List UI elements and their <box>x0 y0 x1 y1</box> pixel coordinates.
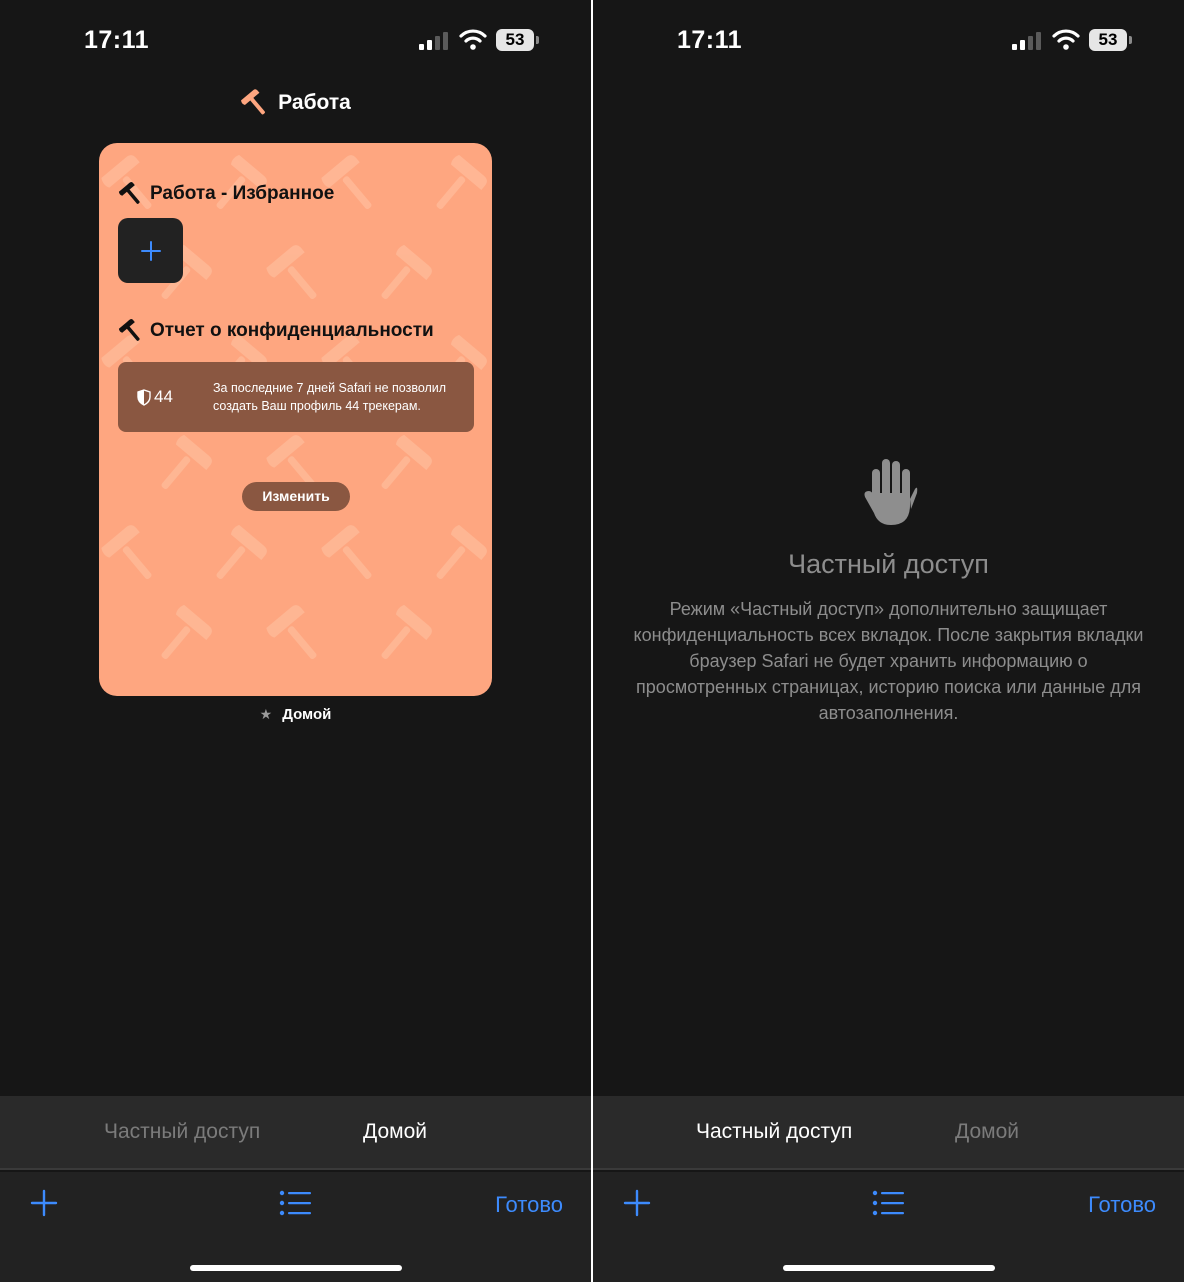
wifi-icon <box>459 29 487 50</box>
hammer-icon <box>118 319 140 341</box>
done-button[interactable]: Готово <box>495 1192 563 1218</box>
tab-group-name: Работа <box>278 91 351 114</box>
cellular-signal-icon <box>1012 32 1041 50</box>
segment-home[interactable]: Домой <box>955 1120 1019 1144</box>
new-tab-plus-icon[interactable] <box>29 1188 59 1218</box>
hand-icon <box>864 459 918 525</box>
bottom-toolbar: Готово <box>593 1172 1184 1282</box>
home-indicator[interactable] <box>190 1265 402 1271</box>
private-access-heading: Частный доступ <box>788 549 989 579</box>
battery-level: 53 <box>1089 29 1127 51</box>
done-button[interactable]: Готово <box>1088 1192 1156 1218</box>
new-tab-plus-icon[interactable] <box>622 1188 652 1218</box>
shield-icon <box>137 388 151 406</box>
home-indicator[interactable] <box>783 1265 995 1271</box>
segment-private[interactable]: Частный доступ <box>104 1120 260 1144</box>
tab-groups-list-icon[interactable] <box>872 1190 904 1216</box>
report-line-2: создать Ваш профиль 44 трекерам. <box>213 399 421 413</box>
cellular-signal-icon <box>419 32 448 50</box>
report-line-1: За последние 7 дней Safari не позволил <box>213 381 447 395</box>
plus-icon <box>140 240 161 261</box>
start-page-tab-card[interactable]: Работа - Избранное Отчет о конфиденциаль… <box>99 143 492 696</box>
bottom-toolbar: Готово <box>0 1172 591 1282</box>
tab-group-title[interactable]: Работа <box>0 88 591 118</box>
tracker-count: 44 <box>137 387 197 407</box>
battery-level: 53 <box>496 29 534 51</box>
add-favorite-button[interactable] <box>118 218 183 283</box>
hammer-icon <box>241 89 266 115</box>
privacy-report-text: За последние 7 дней Safari не позволил с… <box>213 379 473 415</box>
privacy-report-banner[interactable]: 44 За последние 7 дней Safari не позволи… <box>118 362 474 432</box>
tab-card-title: Домой <box>282 706 332 723</box>
star-icon: ★ <box>259 706 273 722</box>
tab-card-label: ★ Домой <box>0 706 591 723</box>
battery-icon: 53 <box>496 29 539 51</box>
privacy-title-text: Отчет о конфиденциальности <box>150 320 434 341</box>
tab-group-switcher: Частный доступ Домой <box>593 1096 1184 1170</box>
tab-group-switcher: Частный доступ Домой <box>0 1096 591 1170</box>
private-access-description: Режим «Частный доступ» дополнительно защ… <box>633 599 1144 723</box>
status-bar: 17:11 53 <box>593 0 1184 80</box>
wifi-icon <box>1052 29 1080 50</box>
favorites-title-text: Работа - Избранное <box>150 183 335 204</box>
tab-groups-list-icon[interactable] <box>279 1190 311 1216</box>
hammer-icon <box>118 182 140 204</box>
segment-private[interactable]: Частный доступ <box>696 1120 852 1144</box>
privacy-report-section-title: Отчет о конфиденциальности <box>118 318 434 344</box>
battery-icon: 53 <box>1089 29 1132 51</box>
status-time: 17:11 <box>677 26 743 54</box>
left-screen: 17:11 53 Работа Работа - Избранное Отчет… <box>0 0 591 1282</box>
status-time: 17:11 <box>84 26 150 54</box>
right-screen: 17:11 53 Частный доступ Режим «Частный д… <box>593 0 1184 1282</box>
favorites-section-title: Работа - Избранное <box>118 181 334 207</box>
tracker-count-value: 44 <box>154 387 173 406</box>
segment-home[interactable]: Домой <box>363 1120 427 1144</box>
status-bar: 17:11 53 <box>0 0 591 80</box>
edit-start-page-button[interactable]: Изменить <box>242 482 350 511</box>
